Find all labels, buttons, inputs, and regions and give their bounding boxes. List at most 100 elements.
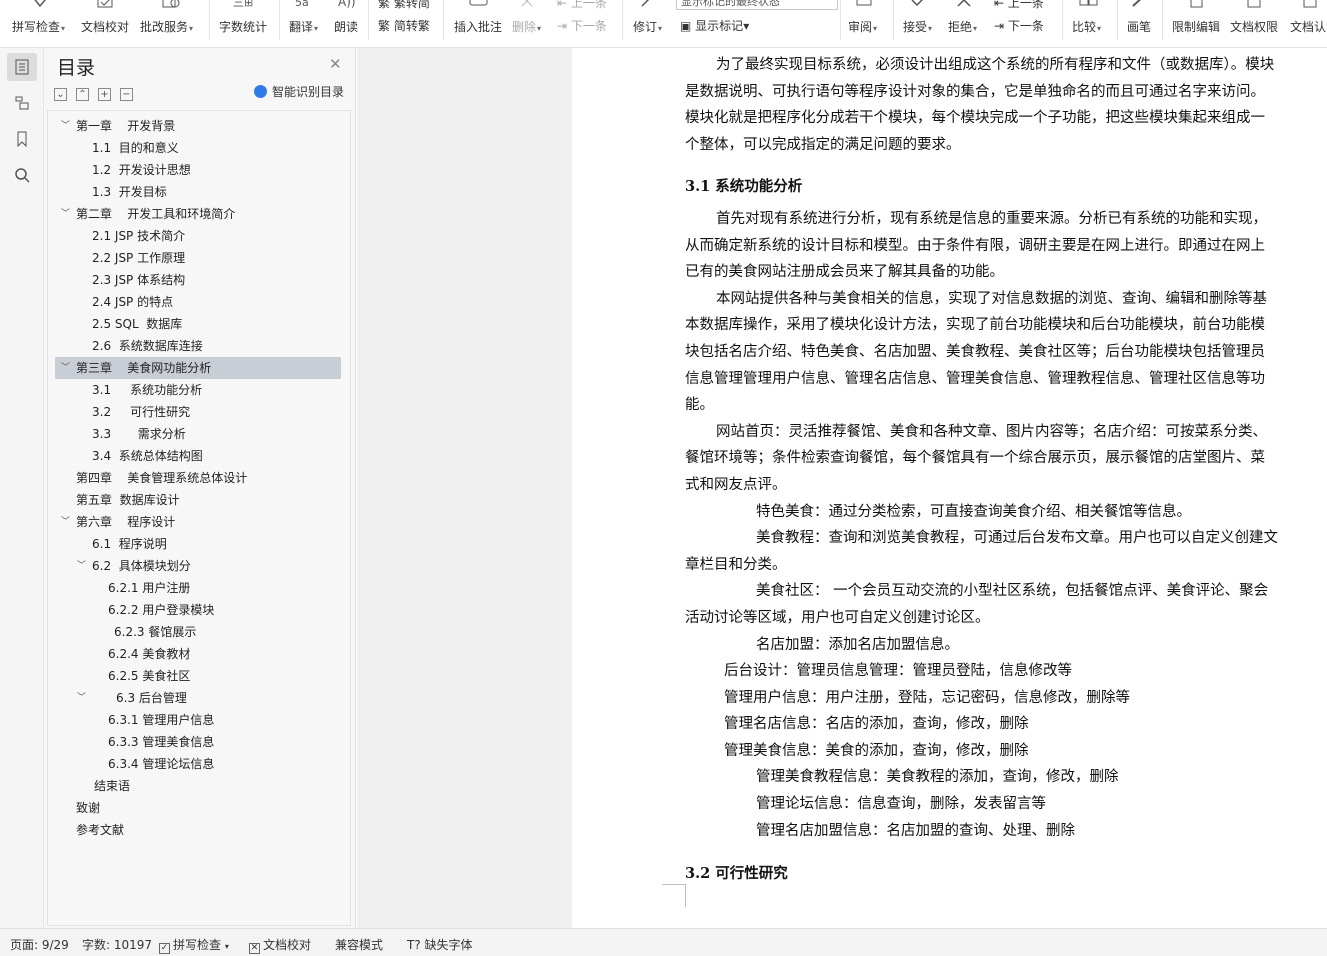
toc-item[interactable]: 6.3.1 管理用户信息 (55, 709, 341, 731)
toc-item[interactable]: 6.2.2 用户登录模块 (55, 599, 341, 621)
remove-level-icon[interactable]: − (120, 88, 133, 101)
toc-item[interactable]: 3.3 需求分析 (55, 423, 341, 445)
toc-item[interactable]: 6.2.4 美食教材 (55, 643, 341, 665)
toc-item[interactable]: ﹀ 第一章 开发背景 (55, 115, 341, 137)
toc-item[interactable]: 6.2.1 用户注册 (55, 577, 341, 599)
toc-panel-button[interactable] (7, 53, 37, 81)
delete-icon (521, 0, 533, 7)
svg-text:三⊞: 三⊞ (233, 0, 253, 9)
text-line: 管理美食教程信息：美食教程的添加，查询，修改，删除 (756, 769, 1119, 786)
accept-icon (911, 0, 924, 7)
document-page[interactable]: 为了最终实现目标系统，必须设计出组成这个系统的所有程序和文件（或数据库）。模块 … (572, 48, 1327, 928)
word-count-button[interactable]: 三⊞ 字数统计 (219, 0, 269, 47)
text-line: 模块化就是把程序化分成若干个模块，每个模块完成一个子功能，把这些模块集起来组成一 (685, 110, 1265, 127)
chevron-down-icon[interactable]: ﹀ (77, 555, 86, 577)
toc-item[interactable]: 6.1 程序说明 (55, 533, 341, 555)
text-line: 管理论坛信息：信息查询，删除，发表留言等 (756, 796, 1046, 813)
pen-icon (1132, 0, 1141, 7)
search-button[interactable] (7, 161, 37, 189)
toc-item[interactable]: 3.1 系统功能分析 (55, 379, 341, 401)
word-count-indicator[interactable]: 字数: 10197 (82, 936, 152, 953)
toc-item-selected[interactable]: ﹀ 第三章 美食网功能分析 (55, 357, 341, 379)
toc-item[interactable]: 3.4 系统总体结构图 (55, 445, 341, 467)
separator (368, 0, 369, 40)
lock-icon (1190, 0, 1203, 8)
toc-item[interactable]: 6.2.5 美食社区 (55, 665, 341, 687)
chevron-down-icon[interactable]: ﹀ (61, 203, 70, 225)
read-aloud-button[interactable]: A)) 朗读 (334, 0, 364, 47)
revise-button[interactable]: 修订▾ (633, 0, 667, 47)
pen-button[interactable]: 画笔 (1127, 0, 1155, 47)
toc-item[interactable]: 2.3 JSP 体系结构 (55, 269, 341, 291)
search-icon (15, 168, 30, 183)
page-indicator[interactable]: 页面: 9/29 (10, 936, 69, 953)
collapse-all-icon[interactable]: ⌄ (54, 88, 67, 101)
doc-cert-button[interactable]: 文档认证 (1290, 0, 1327, 47)
add-level-icon[interactable]: + (98, 88, 111, 101)
separator (443, 0, 444, 40)
toc-item[interactable]: 2.2 JSP 工作原理 (55, 247, 341, 269)
prev-comment-button[interactable]: ⇤ 上一条 (557, 0, 607, 11)
prev-change-button[interactable]: ⇤ 上一条 (994, 0, 1044, 11)
close-icon[interactable]: ✕ (329, 55, 342, 73)
toc-item[interactable]: 3.2 可行性研究 (55, 401, 341, 423)
toc-item[interactable]: ﹀ 6.3 后台管理 (55, 687, 341, 709)
accept-button[interactable]: 接受▾ (903, 0, 939, 47)
compare-button[interactable]: 比较▾ (1072, 0, 1108, 47)
review-button[interactable]: 审阅▾ (848, 0, 884, 47)
prev-change-icon: ⇤ (994, 0, 1005, 10)
expand-all-icon[interactable]: ⌃ (76, 88, 89, 101)
show-markup-button[interactable]: ▣ 显示标记▾ (680, 17, 749, 34)
insert-comment-button[interactable]: 插入批注 (454, 0, 506, 47)
bookmark-button[interactable] (7, 125, 37, 153)
next-comment-button[interactable]: ⇥ 下一条 (557, 17, 607, 34)
toc-item[interactable]: 1.2 开发设计思想 (55, 159, 341, 181)
reject-button[interactable]: 拒绝▾ (948, 0, 984, 47)
proof-icon: ✕ (249, 943, 260, 954)
toc-item[interactable]: 2.6 系统数据库连接 (55, 335, 341, 357)
simp-trad-icon: 繁 (378, 19, 391, 33)
delete-comment-button[interactable]: 删除▾ (512, 0, 546, 47)
markup-state-select[interactable]: 显示标记的最终状态 (676, 0, 838, 10)
toc-item[interactable]: 致谢 (55, 797, 341, 819)
text-line: 块包括名店介绍、特色美食、名店加盟、美食教程、美食社区等；后台功能模块包括管理员 (685, 343, 1265, 360)
batch-icon (162, 0, 180, 8)
toc-item[interactable]: 2.4 JSP 的特点 (55, 291, 341, 313)
toc-item[interactable]: 第五章 数据库设计 (55, 489, 341, 511)
smart-detect-toc-button[interactable]: 智能识别目录 (254, 83, 344, 100)
toc-item[interactable]: ﹀ 第六章 程序设计 (55, 511, 341, 533)
chevron-down-icon[interactable]: ﹀ (61, 357, 70, 379)
batch-service-button[interactable]: 批改服务▾ (140, 0, 200, 47)
toc-item[interactable]: 1.3 开发目标 (55, 181, 341, 203)
restrict-edit-button[interactable]: 限制编辑 (1172, 0, 1224, 47)
toc-item[interactable]: 结束语 (55, 775, 341, 797)
toc-item[interactable]: 参考文献 (55, 819, 341, 841)
text-line: 后台设计：管理员信息管理：管理员登陆，信息修改等 (724, 663, 1072, 680)
ribbon-toolbar: 拼写检查▾ 文档校对 批改服务▾ 三⊞ 字数统计 5ā 翻译▾ A)) 朗读 繁… (0, 0, 1327, 48)
spell-check-button[interactable]: 拼写检查▾ (12, 0, 72, 47)
missing-font-status[interactable]: T? 缺失字体 (407, 936, 473, 953)
toc-item[interactable]: 2.5 SQL 数据库 (55, 313, 341, 335)
next-change-button[interactable]: ⇥ 下一条 (994, 17, 1044, 34)
simp-trad-button[interactable]: 繁 简转繁 (378, 17, 430, 34)
toc-item[interactable]: 2.1 JSP 技术简介 (55, 225, 341, 247)
doc-proof-status[interactable]: ✕ 文档校对 (249, 936, 311, 954)
chevron-down-icon[interactable]: ﹀ (77, 687, 86, 709)
toc-item[interactable]: 1.1 目的和意义 (55, 137, 341, 159)
nav-panel-button[interactable] (7, 89, 37, 117)
doc-permission-button[interactable]: 文档权限 (1230, 0, 1282, 47)
toc-item[interactable]: 第四章 美食管理系统总体设计 (55, 467, 341, 489)
chevron-down-icon[interactable]: ﹀ (61, 115, 70, 137)
toc-item[interactable]: 6.2.3 餐馆展示 (55, 621, 341, 643)
toc-item[interactable]: 6.3.4 管理论坛信息 (55, 753, 341, 775)
ai-icon (254, 85, 267, 98)
chevron-down-icon[interactable]: ﹀ (61, 511, 70, 533)
toc-item[interactable]: 6.3.3 管理美食信息 (55, 731, 341, 753)
trad-simp-button[interactable]: 繁 繁转简 (378, 0, 430, 11)
text-line: 已有的美食网站注册成会员来了解其具备的功能。 (685, 264, 1004, 281)
spell-check-status[interactable]: ✓ 拼写检查 ▾ (159, 936, 229, 954)
translate-button[interactable]: 5ā 翻译▾ (289, 0, 323, 47)
toc-item[interactable]: ﹀ 6.2 具体模块划分 (55, 555, 341, 577)
doc-proof-button[interactable]: 文档校对 (81, 0, 131, 47)
toc-item[interactable]: ﹀ 第二章 开发工具和环境简介 (55, 203, 341, 225)
